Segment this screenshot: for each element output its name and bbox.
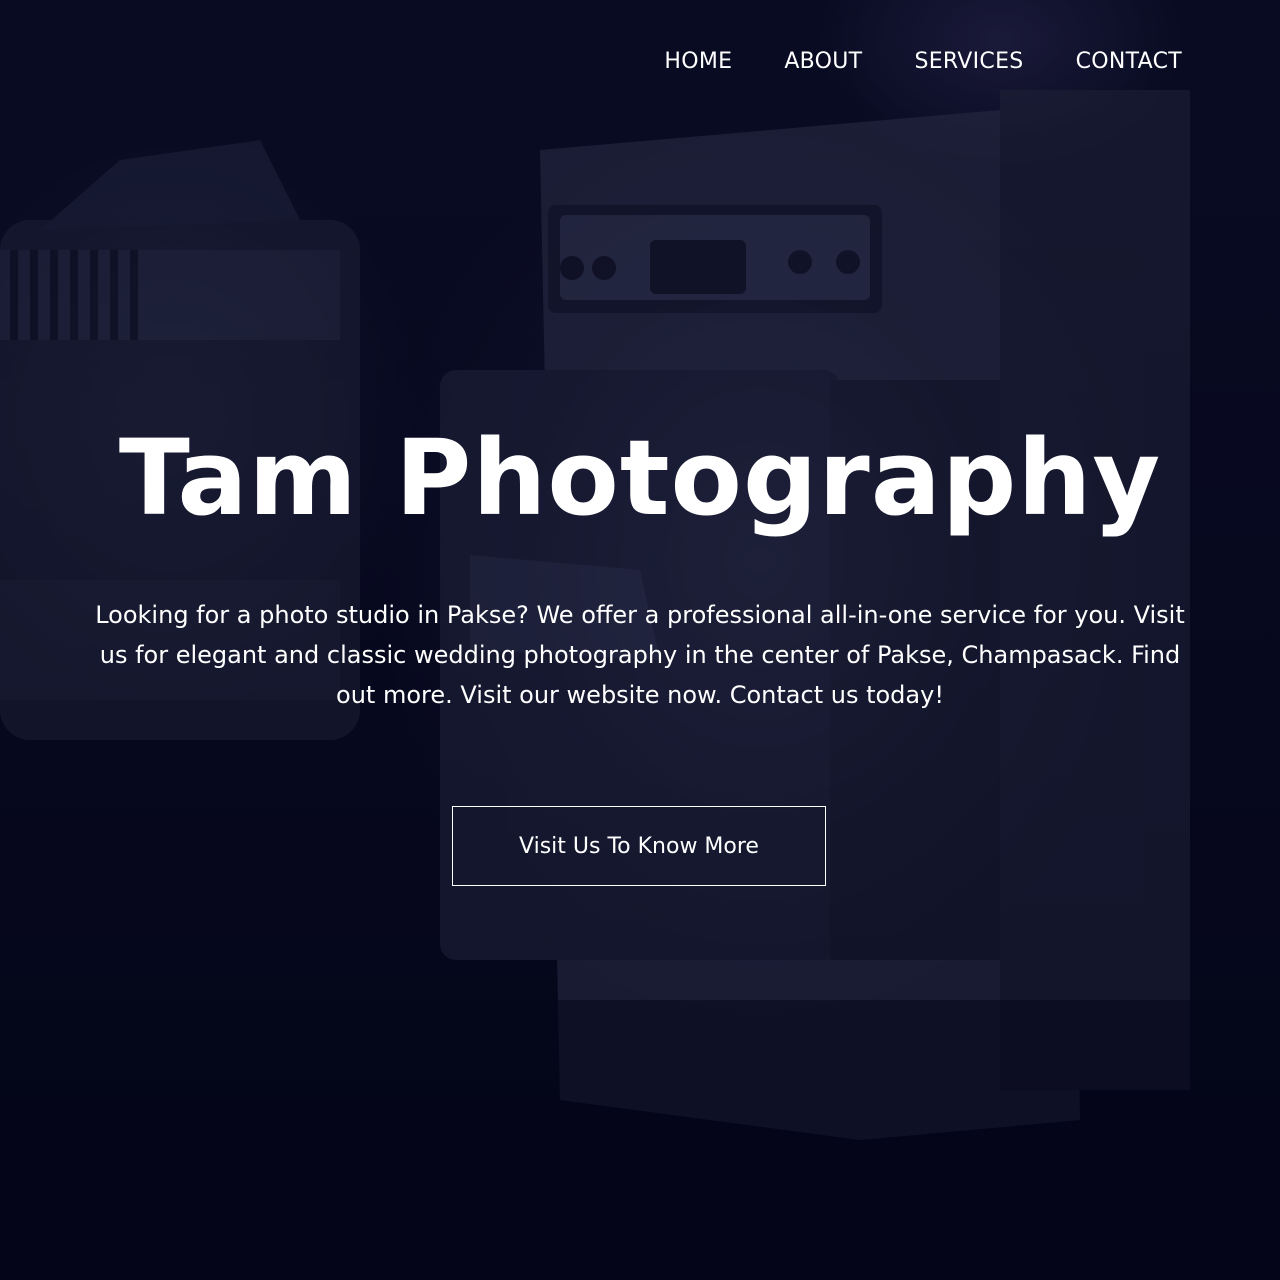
nav-about-link[interactable]: ABOUT xyxy=(784,44,862,80)
nav-contact-link[interactable]: CONTACT xyxy=(1076,44,1182,80)
nav-home-link[interactable]: HOME xyxy=(664,44,732,80)
hero-section: HOME ABOUT SERVICES CONTACT Tam Photogra… xyxy=(0,0,1280,1280)
hero-title: Tam Photography xyxy=(118,417,1162,539)
nav-services-link[interactable]: SERVICES xyxy=(914,44,1023,80)
hero-description: Looking for a photo studio in Pakse? We … xyxy=(95,601,1185,709)
top-navigation: HOME ABOUT SERVICES CONTACT xyxy=(664,44,1182,80)
visit-us-button[interactable]: Visit Us To Know More xyxy=(452,806,826,886)
